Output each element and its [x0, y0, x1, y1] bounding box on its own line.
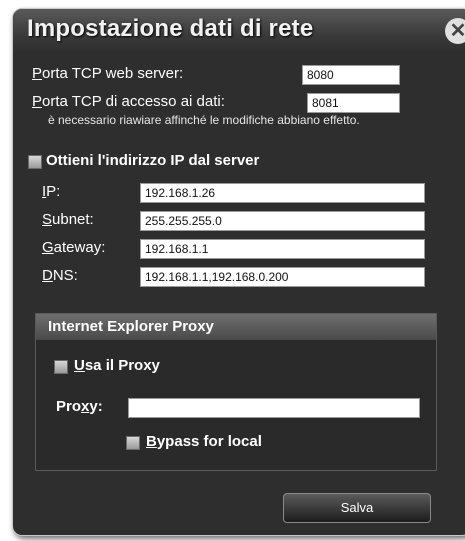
use-proxy-label-text: sa il Proxy	[84, 357, 160, 374]
proxy-group-header: Internet Explorer Proxy	[36, 314, 436, 340]
gateway-label: Gateway:	[42, 239, 105, 256]
proxy-field[interactable]	[128, 398, 420, 418]
proxy-label-post: y:	[89, 398, 103, 415]
dns-label-key: D	[42, 267, 53, 284]
gateway-label-key: G	[42, 239, 54, 256]
dialog-title: Impostazione dati di rete	[27, 15, 314, 42]
obtain-ip-label: Ottieni l'indirizzo IP dal server	[46, 152, 260, 169]
proxy-group-title: Internet Explorer Proxy	[48, 318, 214, 335]
bypass-local-label-key: B	[146, 433, 157, 450]
use-proxy-checkbox[interactable]	[54, 360, 68, 374]
web-server-port-label: Porta TCP web server:	[32, 65, 183, 82]
bypass-local-label: Bypass for local	[146, 433, 262, 450]
data-port-label: Porta TCP di accesso ai dati:	[32, 93, 225, 110]
proxy-label: Proxy:	[56, 398, 103, 415]
ip-field[interactable]: 192.168.1.26	[140, 183, 425, 203]
web-server-port-label-text: orta TCP web server:	[42, 65, 184, 82]
title-bar: Impostazione dati di rete ✕	[13, 9, 465, 53]
gateway-label-text: ateway:	[53, 239, 106, 256]
web-server-port-label-key: P	[32, 65, 43, 82]
web-server-port-field[interactable]: 8080	[302, 65, 400, 85]
subnet-label: Subnet:	[42, 211, 94, 228]
proxy-group: Internet Explorer Proxy Usa il Proxy Pro…	[35, 313, 437, 471]
subnet-field[interactable]: 255.255.255.0	[140, 211, 425, 231]
data-port-field[interactable]: 8081	[307, 93, 400, 113]
subnet-label-text: ubnet:	[52, 211, 94, 228]
ip-label-text: P:	[46, 183, 61, 200]
data-port-label-key: P	[32, 93, 43, 110]
use-proxy-label: Usa il Proxy	[74, 357, 160, 374]
dns-label: DNS:	[42, 267, 78, 284]
obtain-ip-checkbox[interactable]	[28, 155, 42, 169]
network-settings-dialog: Impostazione dati di rete ✕ Porta TCP we…	[12, 8, 465, 536]
use-proxy-label-key: U	[74, 357, 85, 374]
subnet-label-key: S	[42, 211, 53, 228]
restart-note: è necessario riawiare affinché le modifi…	[48, 113, 360, 127]
gateway-field[interactable]: 192.168.1.1	[140, 239, 425, 259]
bypass-local-checkbox[interactable]	[126, 436, 140, 450]
proxy-label-pre: Pro	[56, 398, 82, 415]
dns-field[interactable]: 192.168.1.1,192.168.0.200	[140, 267, 425, 287]
dns-label-text: NS:	[52, 267, 78, 284]
save-button[interactable]: Salva	[283, 493, 431, 523]
bypass-local-label-text: ypass for local	[156, 433, 262, 450]
data-port-label-text: orta TCP di accesso ai dati:	[42, 93, 225, 110]
close-icon[interactable]: ✕	[445, 18, 465, 44]
ip-label: IP:	[42, 183, 60, 200]
